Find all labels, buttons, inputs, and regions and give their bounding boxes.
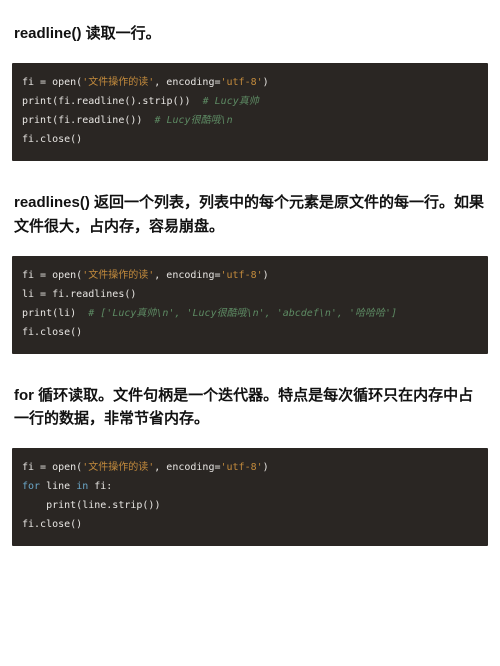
code-line: fi = open('文件操作的读', encoding='utf-8') bbox=[22, 458, 478, 477]
code-token: fi.close() bbox=[22, 134, 82, 145]
code-token: '文件操作的读' bbox=[82, 77, 154, 88]
code-token: line bbox=[40, 481, 76, 492]
code-token: fi = open( bbox=[22, 270, 82, 281]
code-token: # Lucy真帅 bbox=[203, 96, 259, 107]
section-2: for 循环读取。文件句柄是一个迭代器。特点是每次循环只在内存中占一行的数据，非… bbox=[12, 384, 488, 547]
code-token: 'utf-8' bbox=[221, 462, 263, 473]
code-token: ) bbox=[263, 270, 269, 281]
code-token: for bbox=[22, 481, 40, 492]
code-line: fi.close() bbox=[22, 515, 478, 534]
code-line: fi = open('文件操作的读', encoding='utf-8') bbox=[22, 266, 478, 285]
section-heading: readline() 读取一行。 bbox=[14, 22, 486, 45]
code-token: '文件操作的读' bbox=[82, 270, 154, 281]
code-block: fi = open('文件操作的读', encoding='utf-8')for… bbox=[12, 448, 488, 546]
code-token: fi.close() bbox=[22, 519, 82, 530]
code-token: print(fi.readline()) bbox=[22, 115, 154, 126]
code-token: ) bbox=[263, 77, 269, 88]
code-token: '文件操作的读' bbox=[82, 462, 154, 473]
code-token: li = fi.readlines() bbox=[22, 289, 136, 300]
code-block: fi = open('文件操作的读', encoding='utf-8')pri… bbox=[12, 63, 488, 161]
code-line: print(fi.readline().strip()) # Lucy真帅 bbox=[22, 92, 478, 111]
section-0: readline() 读取一行。 fi = open('文件操作的读', enco… bbox=[12, 22, 488, 161]
code-line: fi.close() bbox=[22, 130, 478, 149]
code-token: fi = open( bbox=[22, 462, 82, 473]
code-token: , encoding= bbox=[154, 270, 220, 281]
code-token: fi: bbox=[88, 481, 112, 492]
section-1: readlines() 返回一个列表，列表中的每个元素是原文件的每一行。如果文件… bbox=[12, 191, 488, 354]
code-token: print(li) bbox=[22, 308, 88, 319]
code-token: print(line.strip()) bbox=[22, 500, 160, 511]
code-token: print(fi.readline().strip()) bbox=[22, 96, 203, 107]
code-line: fi = open('文件操作的读', encoding='utf-8') bbox=[22, 73, 478, 92]
code-line: fi.close() bbox=[22, 323, 478, 342]
code-token: in bbox=[76, 481, 88, 492]
code-token: , encoding= bbox=[154, 462, 220, 473]
code-token: ) bbox=[263, 462, 269, 473]
section-heading: readlines() 返回一个列表，列表中的每个元素是原文件的每一行。如果文件… bbox=[14, 191, 486, 238]
code-token: 'utf-8' bbox=[221, 270, 263, 281]
section-heading: for 循环读取。文件句柄是一个迭代器。特点是每次循环只在内存中占一行的数据，非… bbox=[14, 384, 486, 431]
code-line: print(li) # ['Lucy真帅\n', 'Lucy很酷哦\n', 'a… bbox=[22, 304, 478, 323]
code-token: # Lucy很酷哦\n bbox=[154, 115, 232, 126]
code-token: 'utf-8' bbox=[221, 77, 263, 88]
code-line: print(line.strip()) bbox=[22, 496, 478, 515]
code-line: li = fi.readlines() bbox=[22, 285, 478, 304]
code-token: , encoding= bbox=[154, 77, 220, 88]
code-token: fi.close() bbox=[22, 327, 82, 338]
code-line: for line in fi: bbox=[22, 477, 478, 496]
code-token: fi = open( bbox=[22, 77, 82, 88]
code-block: fi = open('文件操作的读', encoding='utf-8') li … bbox=[12, 256, 488, 354]
code-token: # ['Lucy真帅\n', 'Lucy很酷哦\n', 'abcdef\n', … bbox=[88, 308, 397, 319]
code-line: print(fi.readline()) # Lucy很酷哦\n bbox=[22, 111, 478, 130]
